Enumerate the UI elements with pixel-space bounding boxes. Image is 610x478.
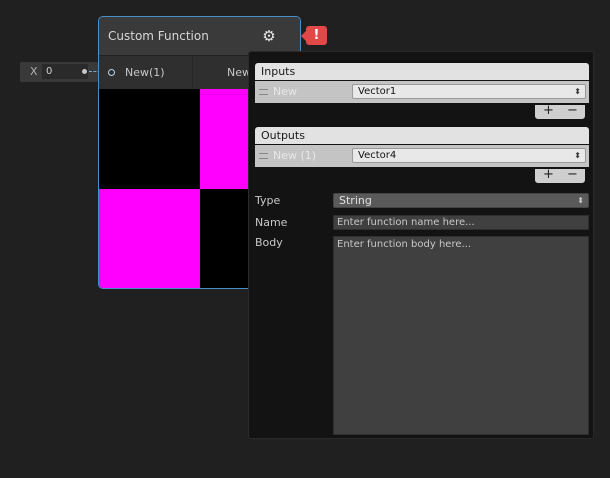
dropdown-arrows-icon: ⬍ xyxy=(574,151,581,160)
output-type-value: Vector4 xyxy=(358,150,397,161)
input-type-dropdown[interactable]: Vector1 ⬍ xyxy=(352,84,586,99)
add-input-button[interactable]: + xyxy=(543,103,554,118)
preview-cell xyxy=(99,189,200,288)
port-divider xyxy=(192,56,193,89)
node-settings-panel: Inputs New Vector1 ⬍ + − Outputs New (1)… xyxy=(248,51,594,439)
function-body-field[interactable]: Enter function body here... xyxy=(333,236,589,435)
drag-handle-icon[interactable] xyxy=(259,153,268,159)
outputs-add-remove: + − xyxy=(535,167,585,183)
name-label: Name xyxy=(255,216,288,229)
body-label: Body xyxy=(255,236,283,249)
function-name-field[interactable]: Enter function name here... xyxy=(333,215,589,230)
dropdown-arrows-icon: ⬍ xyxy=(577,196,584,205)
gear-icon[interactable]: ⚙ xyxy=(261,28,277,44)
inputs-header: Inputs xyxy=(255,63,589,80)
output-name[interactable]: New (1) xyxy=(273,149,316,162)
input-type-value: Vector1 xyxy=(358,86,397,97)
outputs-list: New (1) Vector4 ⬍ xyxy=(255,145,589,167)
remove-input-button[interactable]: − xyxy=(567,103,578,118)
input-port-icon[interactable] xyxy=(108,69,115,76)
node-title: Custom Function xyxy=(108,29,209,43)
output-type-dropdown[interactable]: Vector4 ⬍ xyxy=(352,148,586,163)
node-header[interactable]: Custom Function ⚙ xyxy=(99,17,300,55)
inputs-list: New Vector1 ⬍ xyxy=(255,81,589,103)
input-port-label: New(1) xyxy=(125,66,165,79)
input-name[interactable]: New xyxy=(273,85,297,98)
type-dropdown[interactable]: String ⬍ xyxy=(333,193,589,208)
inputs-add-remove: + − xyxy=(535,103,585,119)
drag-handle-icon[interactable] xyxy=(259,89,268,95)
error-badge[interactable]: ! xyxy=(301,26,327,45)
axis-label: X xyxy=(30,65,38,78)
dropdown-arrows-icon: ⬍ xyxy=(574,87,581,96)
outputs-header: Outputs xyxy=(255,127,589,144)
remove-output-button[interactable]: − xyxy=(567,167,578,182)
type-label: Type xyxy=(255,194,281,207)
add-output-button[interactable]: + xyxy=(543,167,554,182)
chip-output-port-icon[interactable] xyxy=(82,69,87,74)
type-value: String xyxy=(339,194,372,207)
preview-cell xyxy=(99,89,200,189)
